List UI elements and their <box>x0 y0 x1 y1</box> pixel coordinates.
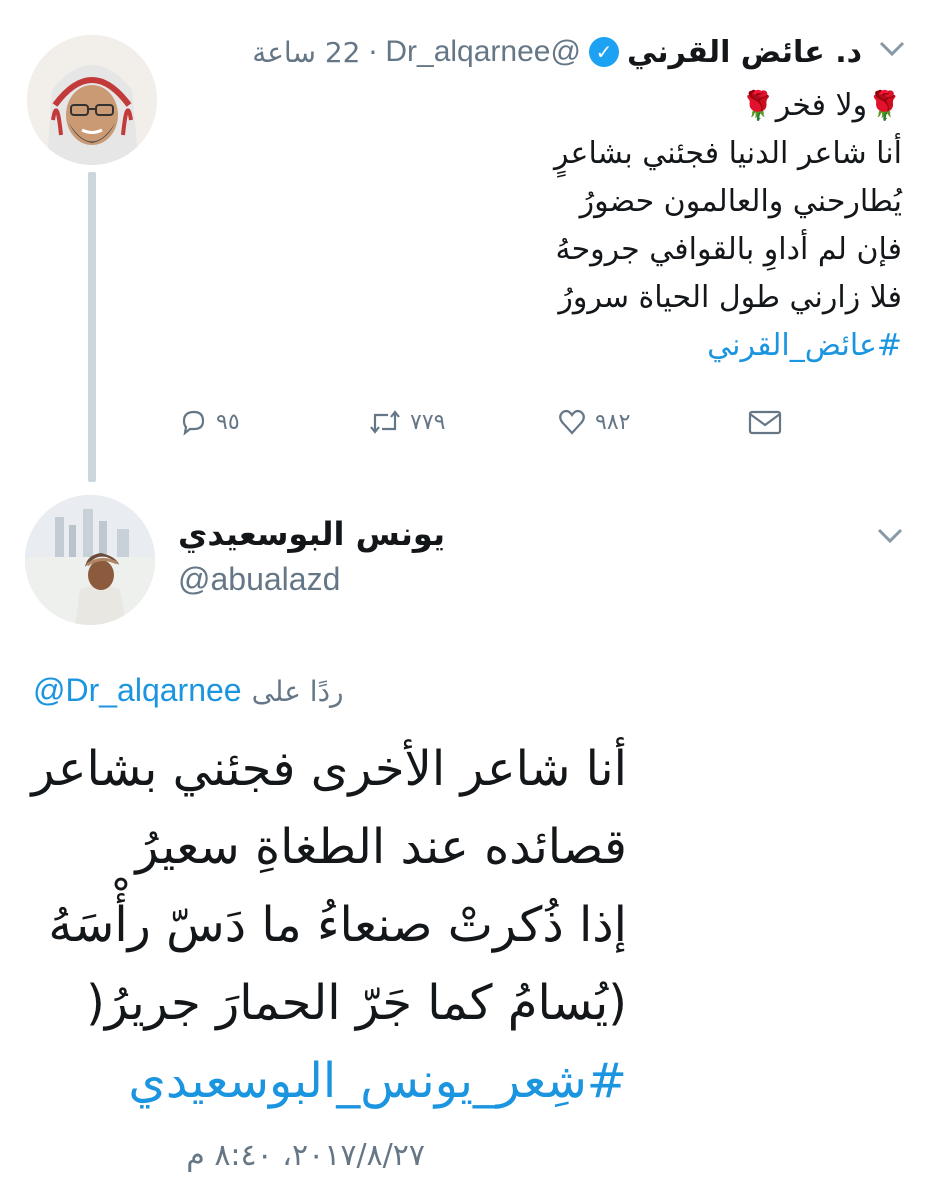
reply-count: ٩٥ <box>216 409 240 435</box>
retweet-count: ٧٧٩ <box>410 409 446 435</box>
author-name[interactable]: د. عائض القرني <box>627 35 862 70</box>
author-handle[interactable]: @Dr_alqarnee <box>385 35 581 69</box>
avatar-image <box>27 35 157 165</box>
hashtag-link[interactable]: #شِعر_يونس_البوسعيدي <box>27 1042 627 1120</box>
reply-mention-link[interactable]: @Dr_alqarnee <box>33 672 242 709</box>
author-name[interactable]: يونس البوسعيدي <box>178 515 445 553</box>
chevron-down-icon[interactable] <box>876 525 904 551</box>
poem-line-2: قصائده عند الطغاةِ سعيرُ <box>135 819 627 875</box>
text-line-1: 🌹ولا فخر🌹 <box>202 82 902 130</box>
poem-line-4: (يُسامُ كما جَرّ الحمارَ جريرُ( <box>86 975 627 1031</box>
text-line-1-text: ولا فخر <box>775 88 868 123</box>
hashtag-link[interactable]: #عائض_القرني <box>202 322 902 370</box>
retweet-icon <box>370 410 400 434</box>
avatar-abualazd[interactable] <box>25 495 155 625</box>
like-count: ٩٨٢ <box>595 409 631 435</box>
text-line-4: فإن لم أداوِ بالقوافي جروحهُ <box>555 232 902 267</box>
direct-message-action[interactable] <box>748 407 782 437</box>
reply-prefix: ردًا على <box>251 675 344 708</box>
avatar-image <box>25 495 155 625</box>
tweet-time[interactable]: 22 ساعة <box>252 36 360 69</box>
reply-context: @Dr_alqarnee ردًا على <box>33 672 344 709</box>
tweet-header: د. عائض القرني ✓ @Dr_alqarnee · 22 ساعة <box>172 30 862 74</box>
tweet-text: أنا شاعر الأخرى فجئني بشاعر قصائده عند ا… <box>27 730 627 1120</box>
envelope-icon <box>748 410 782 435</box>
poem-line-3: إذا ذُكرتْ صنعاءُ ما دَسّ رأْسَهُ <box>48 897 627 953</box>
avatar-alqarnee[interactable] <box>27 35 157 165</box>
heart-icon <box>559 409 585 435</box>
retweet-action[interactable]: ٧٧٩ <box>368 407 445 437</box>
reply-icon <box>182 410 205 436</box>
chevron-down-icon[interactable] <box>878 38 906 64</box>
text-line-2: أنا شاعر الدنيا فجئني بشاعرٍ <box>554 136 902 171</box>
text-line-3: يُطارحني والعالمون حضورُ <box>579 184 902 219</box>
reply-action[interactable]: ٩٥ <box>178 407 240 437</box>
tweet-text: 🌹ولا فخر🌹 أنا شاعر الدنيا فجئني بشاعرٍ ي… <box>202 82 902 370</box>
verified-badge-icon: ✓ <box>588 37 619 67</box>
thread-connector-line <box>88 172 96 482</box>
author-handle[interactable]: @abualazd <box>178 561 340 598</box>
rose-icon: 🌹 <box>867 89 902 122</box>
poem-line-1: أنا شاعر الأخرى فجئني بشاعر <box>31 741 627 797</box>
tweet-timestamp[interactable]: ٢٠١٧/٨/٢٧، ٨:٤٠ م <box>25 1138 425 1173</box>
text-line-5: فلا زارني طول الحياة سرورُ <box>558 280 902 315</box>
rose-icon: 🌹 <box>740 89 776 122</box>
like-action[interactable]: ٩٨٢ <box>557 407 630 437</box>
separator-dot: · <box>368 35 378 69</box>
